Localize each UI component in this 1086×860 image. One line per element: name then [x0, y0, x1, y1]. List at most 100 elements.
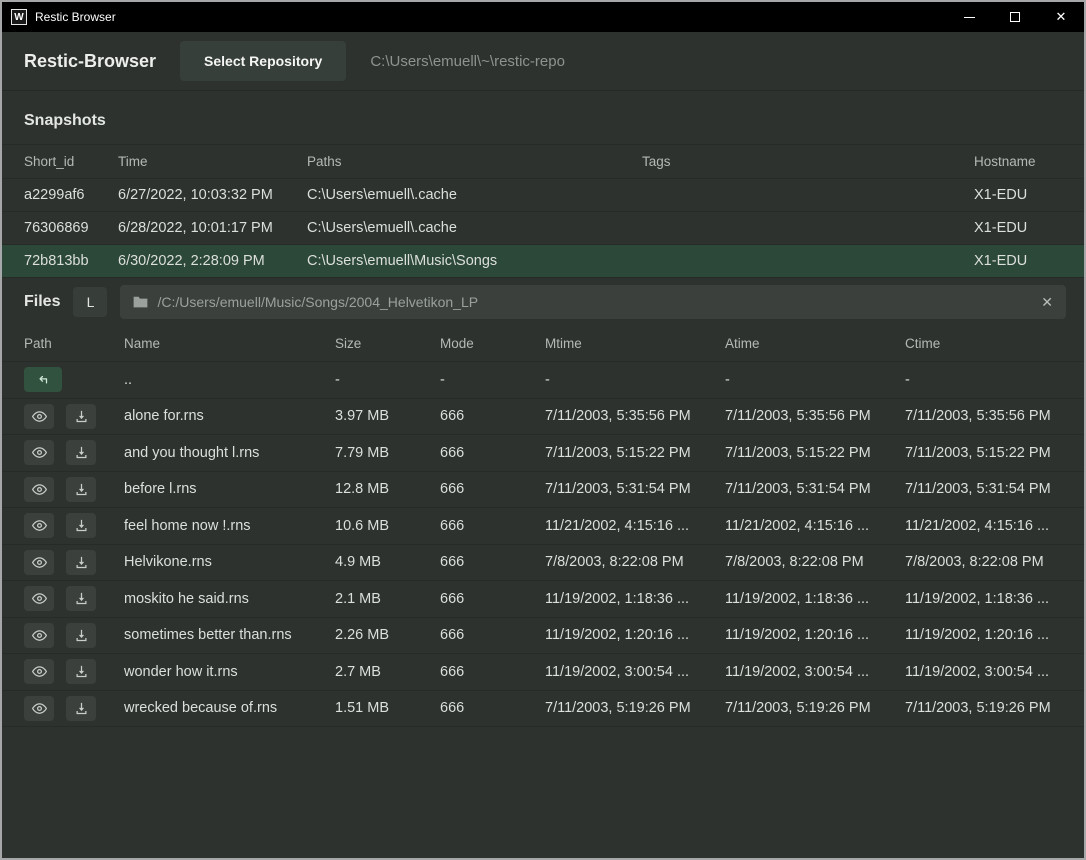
file-row[interactable]: Helvikone.rns4.9 MB6667/8/2003, 8:22:08 …	[2, 545, 1084, 582]
file-cell-atime: 11/19/2002, 1:20:16 ...	[725, 627, 905, 643]
file-row[interactable]: feel home now !.rns10.6 MB66611/21/2002,…	[2, 508, 1084, 545]
download-file-button[interactable]	[66, 586, 96, 611]
file-cell-atime: 11/19/2002, 3:00:54 ...	[725, 664, 905, 680]
snapshot-cell-paths: C:\Users\emuell\.cache	[307, 220, 642, 236]
file-actions	[24, 440, 124, 465]
download-file-button[interactable]	[66, 550, 96, 575]
snapshot-cell-short_id: 76306869	[24, 220, 118, 236]
download-file-button[interactable]	[66, 440, 96, 465]
file-cell-mtime: 7/11/2003, 5:35:56 PM	[545, 408, 725, 424]
download-file-button[interactable]	[66, 477, 96, 502]
file-row[interactable]: sometimes better than.rns2.26 MB66611/19…	[2, 618, 1084, 655]
file-actions	[24, 513, 124, 538]
file-cell-name: alone for.rns	[124, 408, 335, 424]
close-button[interactable]: ✕	[1038, 2, 1084, 32]
file-cell-size: 2.26 MB	[335, 627, 440, 643]
file-cell-name: and you thought l.rns	[124, 445, 335, 461]
preview-file-button[interactable]	[24, 550, 54, 575]
file-row[interactable]: and you thought l.rns7.79 MB6667/11/2003…	[2, 435, 1084, 472]
go-to-parent-button[interactable]	[24, 367, 62, 392]
window-controls: ✕	[946, 2, 1084, 32]
file-cell-ctime: 11/19/2002, 3:00:54 ...	[905, 664, 1062, 680]
file-actions	[24, 367, 124, 392]
preview-file-button[interactable]	[24, 513, 54, 538]
snapshots-column-short-id: Short_id	[24, 154, 118, 169]
download-file-button[interactable]	[66, 623, 96, 648]
file-cell-mtime: 11/19/2002, 1:20:16 ...	[545, 627, 725, 643]
app-title: Restic-Browser	[24, 51, 156, 72]
file-cell-name: wonder how it.rns	[124, 664, 335, 680]
download-icon	[74, 591, 89, 606]
files-column-ctime: Ctime	[905, 336, 1062, 351]
download-icon	[74, 555, 89, 570]
file-cell-mode: 666	[440, 627, 545, 643]
preview-file-button[interactable]	[24, 440, 54, 465]
file-cell-ctime: 7/11/2003, 5:35:56 PM	[905, 408, 1062, 424]
files-column-atime: Atime	[725, 336, 905, 351]
list-toggle-button[interactable]: L	[73, 287, 107, 317]
files-column-mtime: Mtime	[545, 336, 725, 351]
file-actions	[24, 623, 124, 648]
maximize-button[interactable]	[992, 2, 1038, 32]
preview-file-button[interactable]	[24, 659, 54, 684]
preview-file-button[interactable]	[24, 623, 54, 648]
snapshot-cell-time: 6/28/2022, 10:01:17 PM	[118, 220, 307, 236]
return-arrow-icon	[35, 373, 51, 387]
file-cell-ctime: 11/19/2002, 1:20:16 ...	[905, 627, 1062, 643]
snapshot-cell-hostname: X1-EDU	[974, 253, 1062, 269]
file-cell-size: -	[335, 372, 440, 388]
download-file-button[interactable]	[66, 404, 96, 429]
file-row-parent[interactable]: ..-----	[2, 362, 1084, 399]
snapshot-cell-short_id: 72b813bb	[24, 253, 118, 269]
download-file-button[interactable]	[66, 513, 96, 538]
eye-icon	[31, 591, 48, 606]
download-file-button[interactable]	[66, 696, 96, 721]
snapshot-row[interactable]: 763068696/28/2022, 10:01:17 PMC:\Users\e…	[2, 212, 1084, 245]
file-cell-name: moskito he said.rns	[124, 591, 335, 607]
snapshot-row[interactable]: 72b813bb6/30/2022, 2:28:09 PMC:\Users\em…	[2, 245, 1084, 278]
snapshots-heading: Snapshots	[2, 91, 1084, 144]
download-icon	[74, 701, 89, 716]
download-icon	[74, 664, 89, 679]
file-cell-mtime: 7/11/2003, 5:19:26 PM	[545, 700, 725, 716]
download-icon	[74, 482, 89, 497]
files-column-path: Path	[24, 336, 124, 351]
select-repository-button[interactable]: Select Repository	[180, 41, 346, 81]
file-path-bar[interactable]: /C:/Users/emuell/Music/Songs/2004_Helvet…	[120, 285, 1066, 319]
file-row[interactable]: wrecked because of.rns1.51 MB6667/11/200…	[2, 691, 1084, 728]
minimize-button[interactable]	[946, 2, 992, 32]
file-cell-atime: -	[725, 372, 905, 388]
file-cell-size: 2.7 MB	[335, 664, 440, 680]
file-cell-size: 12.8 MB	[335, 481, 440, 497]
app-window: W Restic Browser ✕ Restic-Browser Select…	[0, 0, 1086, 860]
download-file-button[interactable]	[66, 659, 96, 684]
preview-file-button[interactable]	[24, 404, 54, 429]
file-row[interactable]: alone for.rns3.97 MB6667/11/2003, 5:35:5…	[2, 399, 1084, 436]
preview-file-button[interactable]	[24, 696, 54, 721]
clear-path-button[interactable]: ✕	[1041, 294, 1053, 311]
file-actions	[24, 550, 124, 575]
preview-file-button[interactable]	[24, 586, 54, 611]
file-cell-atime: 7/11/2003, 5:31:54 PM	[725, 481, 905, 497]
file-cell-name: feel home now !.rns	[124, 518, 335, 534]
snapshot-row[interactable]: a2299af66/27/2022, 10:03:32 PMC:\Users\e…	[2, 179, 1084, 212]
snapshot-cell-hostname: X1-EDU	[974, 187, 1062, 203]
snapshots-column-tags: Tags	[642, 154, 974, 169]
files-table-body: ..-----alone for.rns3.97 MB6667/11/2003,…	[2, 362, 1084, 727]
download-icon	[74, 628, 89, 643]
file-cell-ctime: 7/11/2003, 5:15:22 PM	[905, 445, 1062, 461]
snapshot-cell-short_id: a2299af6	[24, 187, 118, 203]
file-row[interactable]: wonder how it.rns2.7 MB66611/19/2002, 3:…	[2, 654, 1084, 691]
file-cell-ctime: 7/8/2003, 8:22:08 PM	[905, 554, 1062, 570]
file-cell-mtime: 11/19/2002, 3:00:54 ...	[545, 664, 725, 680]
file-cell-atime: 11/19/2002, 1:18:36 ...	[725, 591, 905, 607]
file-cell-mode: 666	[440, 445, 545, 461]
preview-file-button[interactable]	[24, 477, 54, 502]
maximize-icon	[1010, 12, 1020, 22]
file-cell-name: ..	[124, 372, 335, 388]
file-row[interactable]: moskito he said.rns2.1 MB66611/19/2002, …	[2, 581, 1084, 618]
file-cell-size: 2.1 MB	[335, 591, 440, 607]
clear-icon: ✕	[1041, 294, 1053, 310]
file-row[interactable]: before l.rns12.8 MB6667/11/2003, 5:31:54…	[2, 472, 1084, 509]
folder-icon	[133, 296, 148, 308]
